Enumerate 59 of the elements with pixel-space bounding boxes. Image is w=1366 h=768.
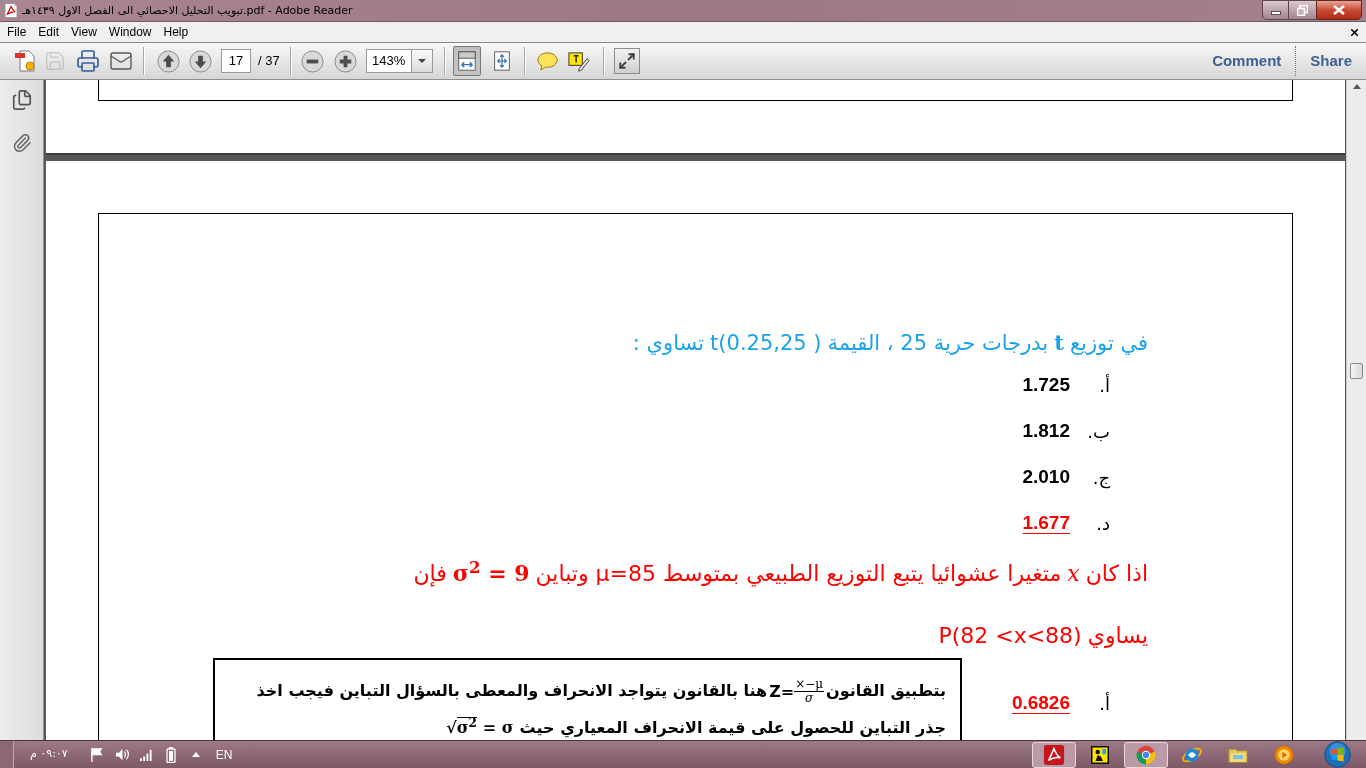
option-value: 0.6826 — [1011, 690, 1070, 715]
menu-item[interactable]: Edit — [32, 23, 66, 41]
battery-icon[interactable] — [165, 746, 176, 763]
window-title: تبويب التحليل الاحصائي الى الفصل الاول ١٤٣٩هـ.pdf - Adobe Reader — [22, 3, 353, 18]
panel-link[interactable]: Share — [1310, 49, 1352, 73]
option-label: د. — [1095, 511, 1110, 536]
highlighter-icon — [567, 49, 591, 73]
menu-item[interactable]: File — [1, 23, 33, 41]
document-icon — [3, 2, 19, 19]
minimize-icon — [1270, 11, 1281, 15]
option-label: ب. — [1088, 419, 1110, 444]
zoom-dropdown-button[interactable] — [411, 49, 433, 73]
page-count: / 37 — [258, 52, 280, 71]
speaker-icon[interactable] — [114, 747, 130, 762]
close-icon — [1348, 26, 1360, 38]
minimize-button[interactable] — [1262, 0, 1289, 20]
menu-item[interactable]: Window — [102, 23, 158, 41]
language-indicator[interactable]: EN — [215, 745, 233, 764]
scrollbar-thumb[interactable] — [1350, 363, 1363, 379]
close-button[interactable] — [1316, 0, 1362, 20]
flag-icon[interactable] — [89, 747, 105, 762]
save-icon — [44, 50, 66, 72]
restore-icon — [1297, 4, 1308, 16]
page-number-field[interactable]: 17 — [221, 49, 251, 73]
caret-icon — [417, 59, 426, 63]
page-arrows-icon — [455, 50, 478, 72]
envelope-icon — [109, 49, 133, 73]
print-icon — [76, 49, 100, 73]
option-value: 1.812 — [1022, 418, 1070, 443]
close-icon — [1333, 5, 1345, 15]
document-badge-icon — [13, 49, 37, 73]
option-label: أ. — [1098, 691, 1110, 716]
zoom-field[interactable]: 143% — [365, 49, 412, 73]
restore-button[interactable] — [1289, 0, 1316, 20]
figure-tile-icon — [1091, 744, 1109, 765]
option-value: 1.677 — [1022, 510, 1070, 535]
signal-icon[interactable] — [138, 748, 154, 761]
close-document-button[interactable] — [1348, 26, 1360, 38]
expand-arrows-icon — [617, 52, 636, 70]
scrollbar[interactable] — [1346, 80, 1366, 740]
option-label: ج. — [1091, 465, 1110, 491]
pages-icon[interactable] — [10, 89, 33, 111]
clock: ٠٩:٠٧ م — [30, 746, 68, 763]
option-value: 1.725 — [1022, 372, 1070, 397]
swirl-tile-icon — [1043, 743, 1065, 766]
play-icon — [1274, 744, 1294, 765]
menu-item[interactable]: View — [65, 23, 103, 41]
fit-page-button[interactable] — [452, 46, 481, 76]
option-value: 2.010 — [1022, 464, 1070, 489]
start-orb-icon — [1323, 741, 1351, 768]
panel-link[interactable]: Comment — [1212, 49, 1282, 73]
browser-icon — [1136, 744, 1156, 765]
paperclip-icon[interactable] — [11, 133, 32, 153]
full-screen-button[interactable] — [613, 48, 640, 74]
speech-bubble-icon — [536, 50, 560, 72]
scroll-up-icon[interactable] — [1352, 84, 1361, 89]
show-hidden-icons-icon[interactable] — [191, 752, 200, 757]
option-label: أ. — [1098, 373, 1110, 398]
menu-item[interactable]: Help — [157, 23, 195, 41]
